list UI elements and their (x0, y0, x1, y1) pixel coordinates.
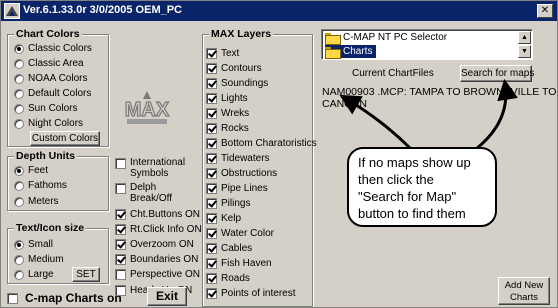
instruction-callout: If no maps show up then click the "Searc… (347, 147, 497, 227)
arrow-to-chart-list (339, 94, 413, 151)
arrow-to-search-button (475, 78, 518, 151)
settings-window: Ver.6.1.33.0r 3/0/2005 OEM_PC ✕ Chart Co… (0, 0, 558, 308)
add-new-charts-button[interactable]: Add New Charts (498, 277, 550, 305)
